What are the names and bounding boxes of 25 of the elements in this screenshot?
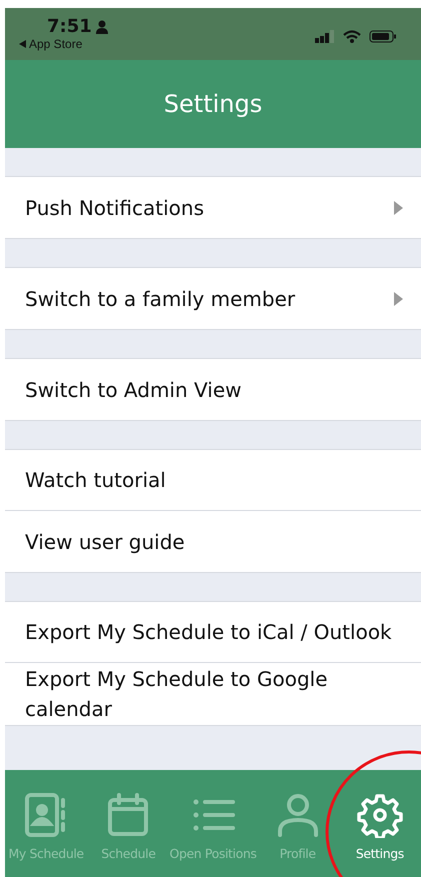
row-label: Push Notifications: [25, 194, 204, 222]
back-triangle-icon: [19, 40, 26, 48]
row-label: Switch to Admin View: [25, 376, 242, 404]
row-label: Export My Schedule to iCal / Outlook: [25, 619, 392, 646]
wifi-icon: [343, 30, 361, 43]
screen-title: Settings: [5, 60, 421, 148]
person-icon: [96, 20, 108, 34]
row-label: View user guide: [25, 528, 185, 556]
settings-row[interactable]: Export My Schedule to iCal / Outlook: [5, 602, 421, 663]
back-to-app-store-link[interactable]: App Store: [29, 37, 82, 51]
disclosure-triangle-icon: [394, 200, 403, 214]
cellular-signal-icon: [315, 30, 335, 43]
row-label: Watch tutorial: [25, 467, 166, 494]
settings-row[interactable]: Switch to a family member: [5, 268, 421, 329]
row-label: Switch to a family member: [25, 286, 296, 312]
settings-icon: [356, 792, 403, 838]
settings-row[interactable]: Switch to Admin View: [5, 359, 421, 420]
row-label: Export My Schedule to Google calendar: [25, 666, 328, 723]
settings-row[interactable]: Export My Schedule to Google calendar: [5, 663, 421, 725]
settings-row[interactable]: Push Notifications: [5, 177, 421, 238]
disclosure-triangle-icon: [394, 292, 403, 306]
settings-row[interactable]: Watch tutorial: [5, 450, 421, 511]
battery-icon: [369, 30, 397, 43]
settings-row[interactable]: View user guide: [5, 511, 421, 572]
status-time: 7:51: [47, 16, 92, 37]
